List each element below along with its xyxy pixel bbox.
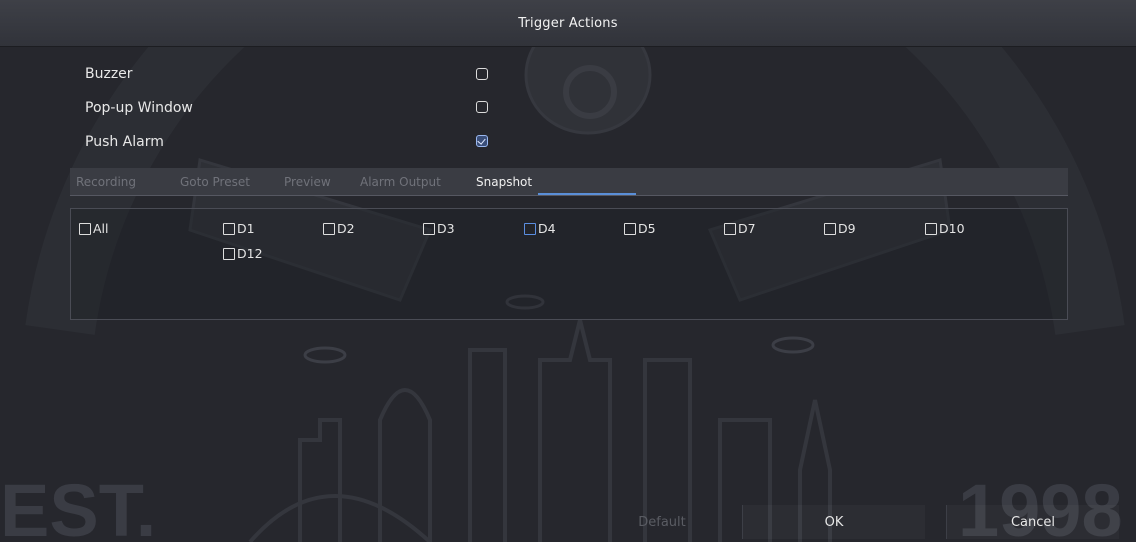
dialog-title-bar: Trigger Actions <box>0 0 1136 47</box>
push-alarm-checkbox[interactable] <box>476 135 488 147</box>
buzzer-label: Buzzer <box>85 66 133 82</box>
channel-d2-checkbox[interactable] <box>323 222 335 235</box>
buzzer-checkbox[interactable] <box>476 68 488 80</box>
channel-d4-checkbox[interactable] <box>524 222 536 235</box>
channel-d1-checkbox[interactable] <box>223 222 235 235</box>
channel-d3-option[interactable]: D3 <box>423 221 455 236</box>
popup-window-checkbox[interactable] <box>476 101 488 113</box>
channel-d2-label: D2 <box>337 221 355 236</box>
channel-d12-label: D12 <box>237 246 263 261</box>
tab-alarm-output[interactable]: Alarm Output <box>360 175 441 189</box>
channel-d4-option[interactable]: D4 <box>524 221 556 236</box>
channel-d10-option[interactable]: D10 <box>925 221 965 236</box>
channel-d4-label: D4 <box>538 221 556 236</box>
channel-d12-option[interactable]: D12 <box>223 246 263 261</box>
default-button[interactable]: Default <box>612 505 712 539</box>
channel-d1-option[interactable]: D1 <box>223 221 255 236</box>
tab-goto-preset[interactable]: Goto Preset <box>180 175 250 189</box>
tab-preview[interactable]: Preview <box>284 175 331 189</box>
ok-button[interactable]: OK <box>742 505 925 539</box>
watermark-est-text: EST. <box>0 469 156 542</box>
channel-d7-checkbox[interactable] <box>724 222 736 235</box>
channel-d10-checkbox[interactable] <box>925 222 937 235</box>
push-alarm-label: Push Alarm <box>85 134 164 150</box>
channel-d12-checkbox[interactable] <box>223 247 235 260</box>
channel-d9-option[interactable]: D9 <box>824 221 856 236</box>
channel-d7-option[interactable]: D7 <box>724 221 756 236</box>
channel-d5-checkbox[interactable] <box>624 222 636 235</box>
channel-d10-label: D10 <box>939 221 965 236</box>
channel-all-option[interactable]: All <box>79 221 109 236</box>
channel-d9-label: D9 <box>838 221 856 236</box>
popup-window-label: Pop-up Window <box>85 100 193 116</box>
cancel-button[interactable]: Cancel <box>946 505 1119 539</box>
channel-d7-label: D7 <box>738 221 756 236</box>
channel-d9-checkbox[interactable] <box>824 222 836 235</box>
tab-recording[interactable]: Recording <box>76 175 136 189</box>
channel-d5-option[interactable]: D5 <box>624 221 656 236</box>
tab-snapshot[interactable]: Snapshot <box>476 175 532 189</box>
channel-d2-option[interactable]: D2 <box>323 221 355 236</box>
channel-d3-checkbox[interactable] <box>423 222 435 235</box>
dialog-title: Trigger Actions <box>518 16 618 31</box>
channel-selection-panel: All D1 D2 D3 D4 D5 D7 D9 D10 D12 <box>70 208 1068 320</box>
channel-all-label: All <box>93 221 109 236</box>
active-tab-indicator <box>538 193 636 195</box>
channel-all-checkbox[interactable] <box>79 222 91 235</box>
channel-d5-label: D5 <box>638 221 656 236</box>
channel-d3-label: D3 <box>437 221 455 236</box>
channel-d1-label: D1 <box>237 221 255 236</box>
action-tabs: Recording Goto Preset Preview Alarm Outp… <box>70 168 1068 196</box>
